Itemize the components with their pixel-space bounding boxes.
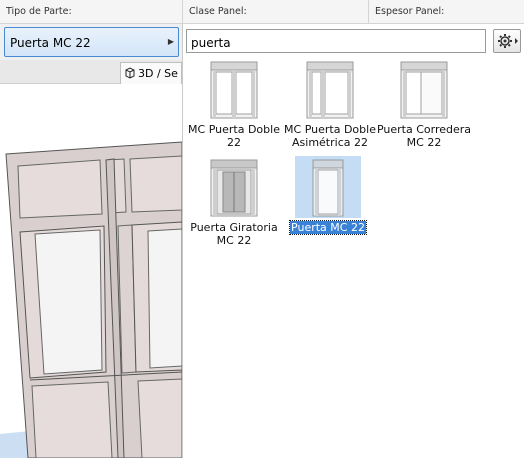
triangle-right-icon: ▶ bbox=[167, 37, 174, 46]
tab-3d-view[interactable]: 3D / Se bbox=[120, 62, 182, 84]
part-type-value: Puerta MC 22 bbox=[10, 36, 91, 50]
revolving-door-thumbnail bbox=[201, 156, 267, 218]
sliding-door-thumbnail bbox=[391, 58, 457, 120]
asymmetric-door-thumbnail bbox=[297, 58, 363, 120]
tile-puerta-giratoria[interactable]: Puerta Giratoria MC 22 bbox=[184, 156, 284, 247]
tile-puerta-mc-22[interactable]: Puerta MC 22 bbox=[278, 156, 378, 235]
header-espesor-panel: Espesor Panel: bbox=[369, 0, 524, 24]
tile-label: MC Puerta Doble 22 bbox=[188, 123, 280, 149]
tile-label: Puerta Corredera MC 22 bbox=[376, 123, 472, 149]
door-panel-3d-render bbox=[0, 141, 182, 458]
tile-mc-puerta-doble[interactable]: MC Puerta Doble 22 bbox=[184, 58, 284, 149]
single-door-thumbnail bbox=[295, 156, 361, 218]
tile-puerta-corredera[interactable]: Puerta Corredera MC 22 bbox=[374, 58, 474, 149]
tile-label: Puerta MC 22 bbox=[289, 220, 367, 235]
tile-label: MC Puerta Doble Asimétrica 22 bbox=[284, 123, 376, 149]
header-tipo-de-parte: Tipo de Parte: bbox=[0, 0, 183, 24]
search-input[interactable] bbox=[186, 29, 486, 53]
tile-mc-puerta-doble-asimetrica[interactable]: MC Puerta Doble Asimétrica 22 bbox=[280, 58, 380, 149]
left-panel: Puerta MC 22 ▶ 3D / Se bbox=[0, 24, 183, 458]
part-gallery: MC Puerta Doble 22 MC Puerta Doble Asimétr… bbox=[184, 56, 524, 458]
tab-3d-view-label: 3D / Se bbox=[138, 67, 178, 80]
3d-viewport[interactable] bbox=[0, 84, 182, 458]
part-type-selector[interactable]: Puerta MC 22 ▶ bbox=[4, 27, 179, 57]
gear-icon bbox=[498, 34, 518, 48]
cube-icon bbox=[125, 67, 135, 79]
options-button[interactable] bbox=[493, 29, 521, 53]
tile-label: Puerta Giratoria MC 22 bbox=[190, 221, 278, 247]
view-tabstrip: 3D / Se bbox=[0, 60, 182, 84]
double-door-thumbnail bbox=[201, 58, 267, 120]
header-clase-panel: Clase Panel: bbox=[183, 0, 369, 24]
